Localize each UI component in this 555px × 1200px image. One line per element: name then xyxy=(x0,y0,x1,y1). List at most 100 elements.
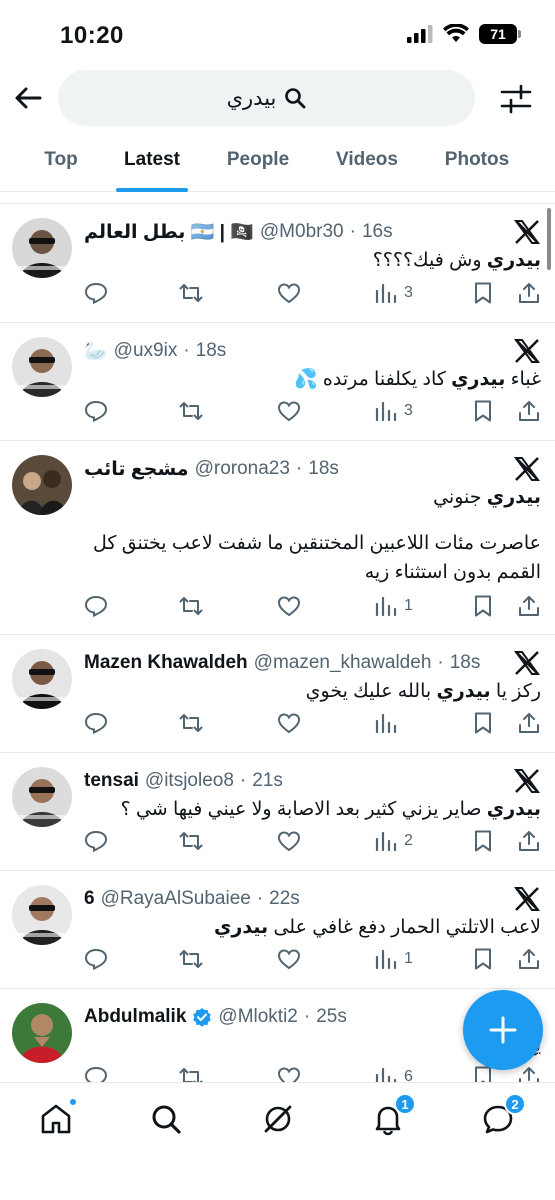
back-arrow-icon[interactable] xyxy=(12,82,44,114)
tweet-item[interactable]: 6 @RayaAlSubaiee · 22s لاعب الاتلتي الحم… xyxy=(0,871,555,989)
bookmark-button[interactable] xyxy=(471,829,495,853)
tab-people[interactable]: People xyxy=(184,136,332,192)
bookmark-button[interactable] xyxy=(471,399,495,423)
views-button[interactable]: 6 xyxy=(374,1065,413,1083)
active-tab-indicator xyxy=(116,188,188,192)
author-name[interactable]: 🦢 xyxy=(84,339,108,363)
share-button[interactable] xyxy=(517,1065,541,1083)
author-handle[interactable]: @itsjoleo8 xyxy=(145,770,234,792)
like-button[interactable] xyxy=(277,399,301,423)
tweet-feed[interactable]: بطل العالم 🇦🇷 | 🏴‍☠️ @M0br30 · 16s بيدري… xyxy=(0,203,555,1083)
views-button[interactable]: 3 xyxy=(374,399,413,423)
author-handle[interactable]: @ux9ix xyxy=(114,340,178,362)
view-count: 1 xyxy=(404,950,413,967)
author-name[interactable]: Mazen Khawaldeh xyxy=(84,652,248,674)
tweet-header: 🦢 @ux9ix · 18s xyxy=(84,337,226,365)
avatar[interactable] xyxy=(12,1003,72,1063)
search-input[interactable]: بيدري xyxy=(58,70,475,126)
wifi-icon xyxy=(443,24,469,42)
retweet-button[interactable] xyxy=(179,711,203,735)
tweet-item[interactable]: مشجع تائب @rorona23 · 18s بيدري جنوني عا… xyxy=(0,441,555,635)
like-button[interactable] xyxy=(277,829,301,853)
tweet-header: Mazen Khawaldeh @mazen_khawaldeh · 18s xyxy=(84,649,480,677)
author-name[interactable]: بطل العالم 🇦🇷 | 🏴‍☠️ xyxy=(84,220,254,244)
author-handle[interactable]: @rorona23 xyxy=(195,458,290,480)
author-handle[interactable]: @Mlokti2 xyxy=(218,1006,297,1028)
like-button[interactable] xyxy=(277,281,301,305)
like-button[interactable] xyxy=(277,1065,301,1083)
bookmark-button[interactable] xyxy=(471,711,495,735)
avatar[interactable] xyxy=(12,649,72,709)
reply-button[interactable] xyxy=(84,594,108,618)
avatar[interactable] xyxy=(12,767,72,827)
separator: · xyxy=(437,652,444,673)
retweet-button[interactable] xyxy=(179,281,203,305)
share-button[interactable] xyxy=(517,281,541,305)
nav-grok[interactable] xyxy=(258,1099,298,1139)
reply-button[interactable] xyxy=(84,1065,108,1083)
author-handle[interactable]: @M0br30 xyxy=(260,221,344,243)
bookmark-icon xyxy=(475,830,491,852)
like-button[interactable] xyxy=(277,594,301,618)
avatar[interactable] xyxy=(12,218,72,278)
bookmark-icon xyxy=(475,400,491,422)
retweet-button[interactable] xyxy=(179,594,203,618)
author-name[interactable]: مشجع تائب xyxy=(84,458,189,481)
retweet-button[interactable] xyxy=(179,399,203,423)
tweet-item[interactable]: 🦢 @ux9ix · 18s غباء بيدري كاد يكلفنا مرت… xyxy=(0,323,555,441)
reply-button[interactable] xyxy=(84,711,108,735)
nav-notifications[interactable]: 1 xyxy=(368,1093,416,1139)
views-button[interactable]: 1 xyxy=(374,594,413,618)
home-icon xyxy=(41,1104,71,1134)
author-handle[interactable]: @RayaAlSubaiee xyxy=(101,888,251,910)
x-logo-icon xyxy=(514,457,540,481)
retweet-icon xyxy=(179,402,203,420)
share-button[interactable] xyxy=(517,399,541,423)
like-button[interactable] xyxy=(277,711,301,735)
share-button[interactable] xyxy=(517,829,541,853)
author-handle[interactable]: @mazen_khawaldeh xyxy=(254,652,432,674)
reply-button[interactable] xyxy=(84,829,108,853)
share-button[interactable] xyxy=(517,594,541,618)
separator: · xyxy=(183,340,190,361)
retweet-button[interactable] xyxy=(179,1065,203,1083)
compose-post-button[interactable] xyxy=(463,990,543,1070)
bookmark-button[interactable] xyxy=(471,594,495,618)
author-name[interactable]: 6 xyxy=(84,888,95,910)
feed-scrollbar[interactable] xyxy=(547,208,551,270)
avatar[interactable] xyxy=(12,455,72,515)
views-button[interactable]: 1 xyxy=(374,947,413,971)
tab-photos[interactable]: Photos xyxy=(402,136,552,192)
views-button[interactable] xyxy=(374,711,404,735)
share-icon xyxy=(519,831,539,851)
tab-top[interactable]: Top xyxy=(0,136,122,192)
views-button[interactable]: 2 xyxy=(374,829,413,853)
author-name[interactable]: tensai xyxy=(84,770,139,792)
tab-latest[interactable]: Latest xyxy=(116,136,188,192)
views-button[interactable]: 3 xyxy=(374,281,413,305)
retweet-button[interactable] xyxy=(179,829,203,853)
retweet-button[interactable] xyxy=(179,947,203,971)
tweet-item[interactable]: Mazen Khawaldeh @mazen_khawaldeh · 18s ر… xyxy=(0,635,555,753)
bookmark-button[interactable] xyxy=(471,947,495,971)
nav-search[interactable] xyxy=(146,1099,186,1139)
avatar[interactable] xyxy=(12,337,72,397)
tweet-item[interactable]: tensai @itsjoleo8 · 21s بيدري صاير يزني … xyxy=(0,753,555,871)
share-button[interactable] xyxy=(517,947,541,971)
nav-home[interactable] xyxy=(36,1097,78,1139)
filter-sliders-icon[interactable] xyxy=(499,82,533,116)
share-button[interactable] xyxy=(517,711,541,735)
tweet-actions: 1 xyxy=(84,944,541,974)
tweet-item[interactable]: بطل العالم 🇦🇷 | 🏴‍☠️ @M0br30 · 16s بيدري… xyxy=(0,204,555,323)
view-count: 2 xyxy=(404,832,413,849)
reply-button[interactable] xyxy=(84,281,108,305)
tab-videos[interactable]: Videos xyxy=(332,136,402,192)
views-chart-icon xyxy=(375,949,397,970)
author-name[interactable]: Abdulmalik xyxy=(84,1006,186,1028)
like-button[interactable] xyxy=(277,947,301,971)
reply-button[interactable] xyxy=(84,399,108,423)
avatar[interactable] xyxy=(12,885,72,945)
nav-messages[interactable]: 2 xyxy=(478,1093,526,1139)
bookmark-button[interactable] xyxy=(471,281,495,305)
reply-button[interactable] xyxy=(84,947,108,971)
